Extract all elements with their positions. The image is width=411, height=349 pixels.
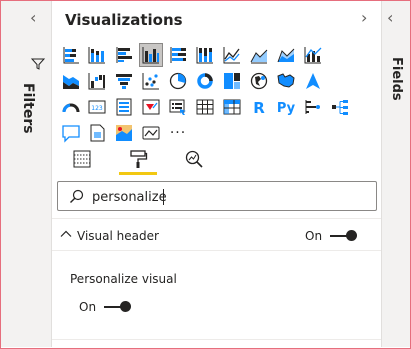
area-chart-icon[interactable] [248,44,270,66]
tab-analytics[interactable] [182,148,206,170]
divider [52,218,381,219]
scatter-chart-icon[interactable] [140,70,162,92]
personalize-visual-toggle[interactable]: On [79,299,143,315]
filled-map-icon[interactable] [275,70,297,92]
card-icon[interactable]: 123 [86,96,108,118]
search-input[interactable] [92,187,352,207]
stacked-bar-chart-icon[interactable] [60,44,82,66]
more-visuals-icon[interactable]: ··· [167,122,189,144]
visualizations-pane: Visualizations › 123 R Py ··· personaliz… [52,1,381,347]
toggle-knob [346,230,357,241]
fields-pane[interactable]: ‹ Fields [381,1,410,347]
donut-chart-icon[interactable] [194,70,216,92]
fields-label: Fields [389,57,404,101]
svg-text:Py: Py [277,101,296,116]
decomposition-tree-icon[interactable] [329,96,351,118]
tab-format[interactable] [126,148,150,170]
arcgis-map-icon[interactable] [113,122,135,144]
qa-icon[interactable] [60,122,82,144]
filters-label: Filters [20,83,36,134]
key-influencers-icon[interactable] [302,96,324,118]
table-icon[interactable] [194,96,216,118]
toggle-state-label: On [305,229,323,243]
divider [52,339,381,340]
visual-header-toggle[interactable]: On [305,228,369,244]
python-visual-icon[interactable]: Py [275,96,297,118]
funnel-icon [31,58,45,70]
slicer-icon[interactable] [167,96,189,118]
stacked-column-chart-icon[interactable] [86,44,108,66]
treemap-icon[interactable] [221,70,243,92]
chevron-up-icon [60,230,72,237]
filters-pane[interactable]: ‹ Filters [1,1,52,347]
stacked-area-chart-icon[interactable] [275,44,297,66]
paint-roller-icon [130,150,148,168]
visual-header-label: Visual header [77,229,159,243]
chevron-right-icon[interactable]: › [361,10,367,26]
power-apps-icon[interactable] [140,122,162,144]
line-and-column-chart-icon[interactable] [302,44,324,66]
matrix-icon[interactable] [221,96,243,118]
toggle-knob [120,301,131,312]
clustered-bar-chart-icon[interactable] [113,44,135,66]
active-tab-indicator [119,172,157,175]
chevron-left-icon[interactable]: ‹ [30,10,36,26]
paginated-report-icon[interactable] [86,122,108,144]
kpi-icon[interactable] [140,96,162,118]
pane-tabs [70,148,203,175]
waterfall-chart-icon[interactable] [86,70,108,92]
analytics-magnifier-icon [185,150,203,168]
r-visual-icon[interactable]: R [248,96,270,118]
gauge-icon[interactable] [60,96,82,118]
svg-text:123: 123 [91,105,103,112]
100-stacked-column-chart-icon[interactable] [194,44,216,66]
pane-title: Visualizations [65,11,183,29]
funnel-chart-icon[interactable] [113,70,135,92]
tab-fields[interactable] [70,148,94,170]
ribbon-chart-icon[interactable] [60,70,82,92]
search-icon [70,189,84,203]
azure-map-icon[interactable] [302,70,324,92]
pie-chart-icon[interactable] [167,70,189,92]
fields-well-icon [73,150,91,168]
clustered-column-chart-icon[interactable] [139,43,163,67]
divider [52,250,381,251]
text-cursor [163,189,164,205]
map-icon[interactable] [248,70,270,92]
multi-row-card-icon[interactable] [113,96,135,118]
personalize-visual-label: Personalize visual [70,272,177,286]
svg-text:R: R [253,99,265,117]
chevron-left-icon[interactable]: ‹ [387,10,393,26]
toggle-state-label: On [79,300,97,314]
line-chart-icon[interactable] [221,44,243,66]
100-stacked-bar-chart-icon[interactable] [167,44,189,66]
search-box[interactable] [57,181,377,211]
